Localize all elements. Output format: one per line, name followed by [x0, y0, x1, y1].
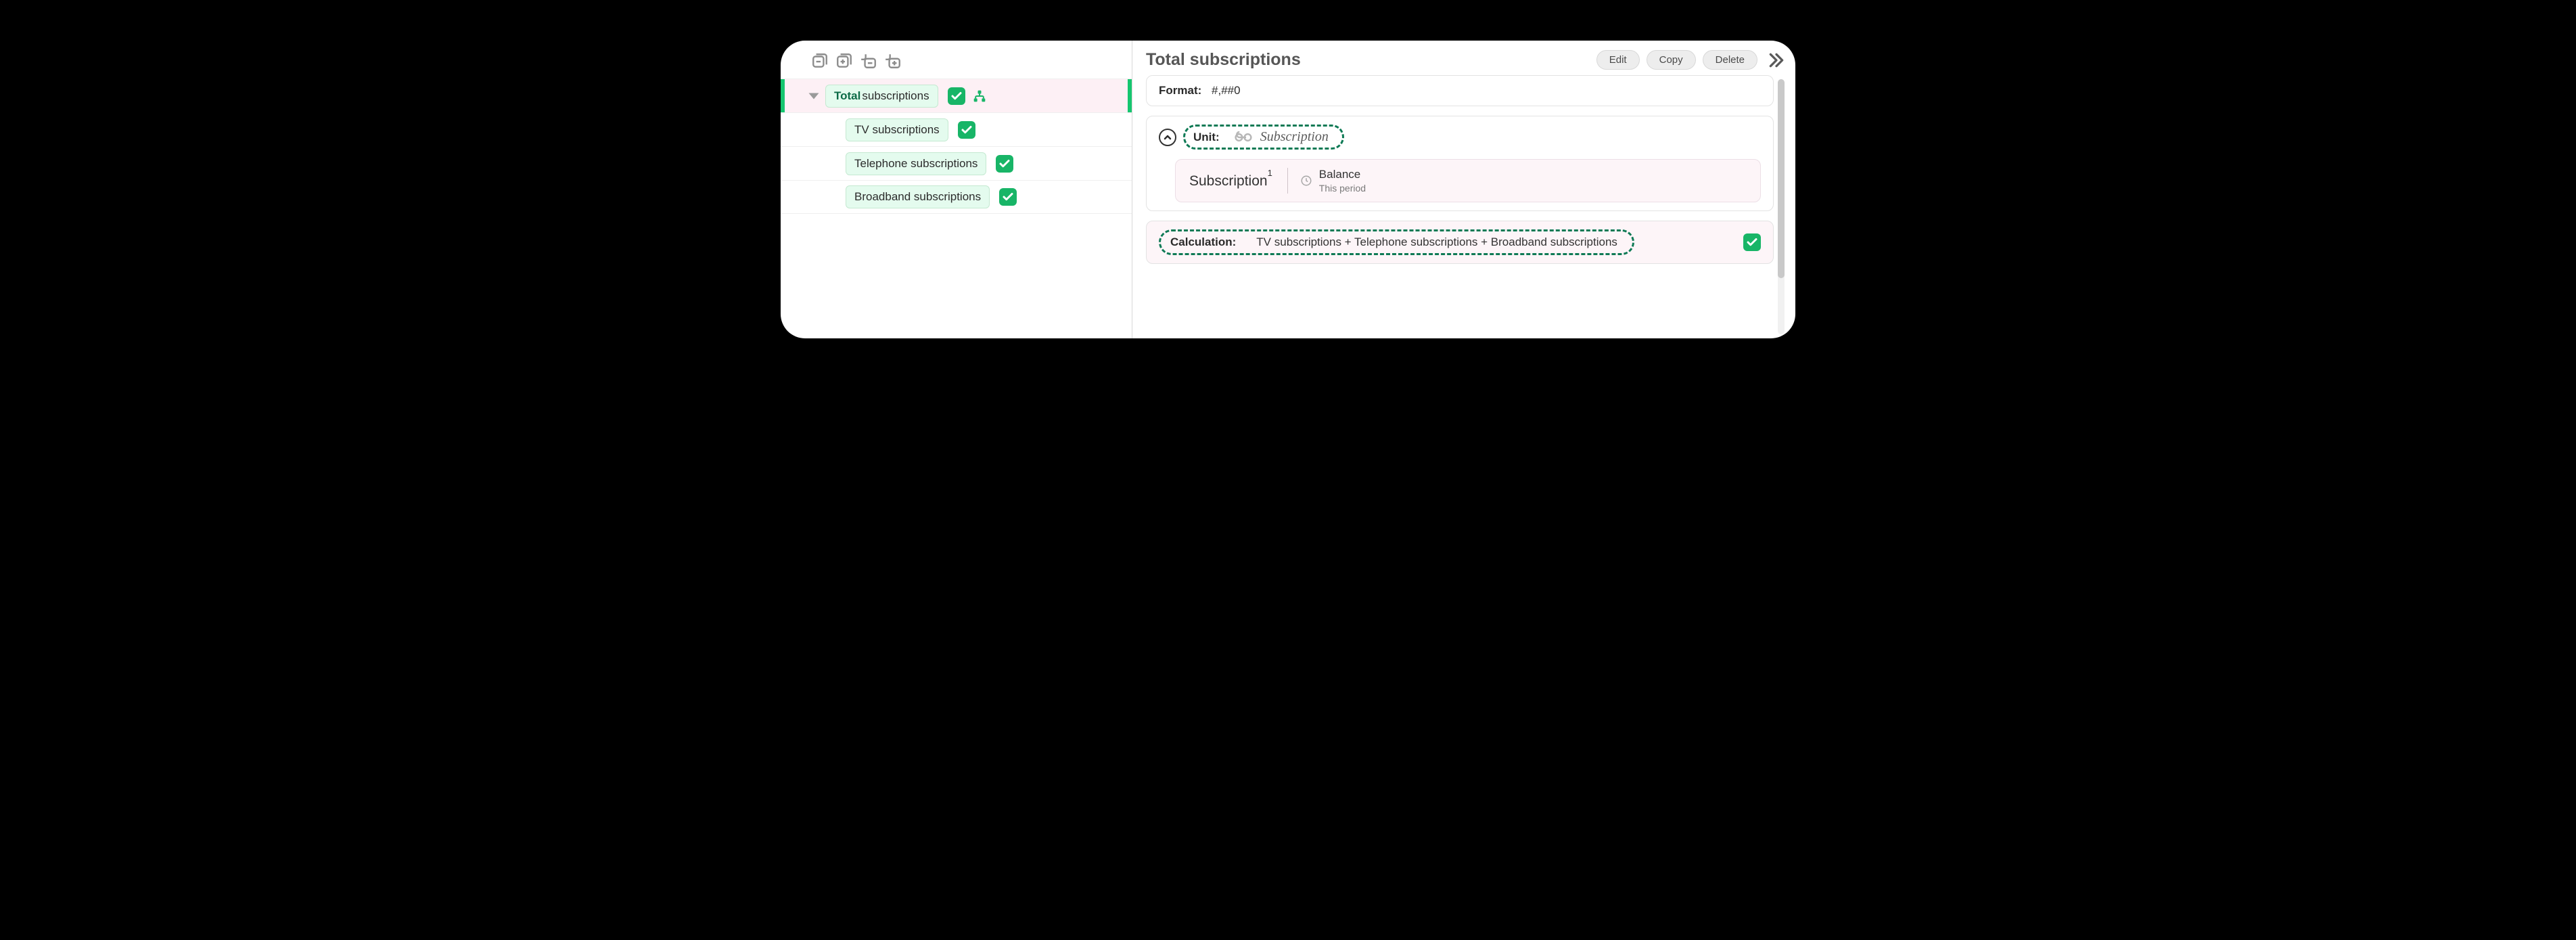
tree-row[interactable]: TV subscriptions — [781, 112, 1132, 146]
tree-node-label: Total subscriptions — [825, 85, 938, 108]
detail-scroll: Format: #,##0 Unit: Subscription — [1146, 75, 1786, 338]
balance-label: Balance — [1319, 168, 1366, 181]
unit-card: Unit: Subscription Subscription1 — [1146, 116, 1774, 211]
divider — [1287, 168, 1288, 194]
calculation-label: Calculation: — [1170, 236, 1236, 249]
unit-detail-card: Subscription1 Balance This period — [1175, 159, 1761, 202]
check-icon — [958, 121, 975, 139]
scrollbar[interactable] — [1778, 79, 1785, 334]
check-icon — [996, 155, 1013, 173]
detail-pane: Total subscriptions Edit Copy Delete For… — [1132, 41, 1795, 338]
tree-pane: Total subscriptions TV subscriptions Tel — [781, 41, 1132, 338]
collapse-node-icon[interactable] — [859, 51, 878, 70]
calculation-formula: TV subscriptions + Telephone subscriptio… — [1256, 236, 1617, 249]
chevron-down-icon[interactable] — [808, 90, 820, 102]
tree-node-label: TV subscriptions — [846, 118, 948, 141]
tree: Total subscriptions TV subscriptions Tel — [781, 79, 1132, 214]
unit-name: Subscription1 — [1189, 172, 1287, 189]
balance-block: Balance This period — [1319, 168, 1366, 194]
collapse-all-icon[interactable] — [810, 51, 829, 70]
detail-title: Total subscriptions — [1146, 50, 1590, 70]
unit-label: Unit: — [1193, 131, 1220, 144]
copy-button[interactable]: Copy — [1647, 50, 1696, 70]
clock-icon — [1300, 175, 1312, 187]
scrollbar-thumb[interactable] — [1778, 79, 1785, 278]
expand-all-icon[interactable] — [835, 51, 854, 70]
format-value: #,##0 — [1212, 84, 1241, 97]
tree-node-label: Telephone subscriptions — [846, 152, 986, 175]
app-window: Total subscriptions TV subscriptions Tel — [781, 41, 1795, 338]
tree-toolbar — [781, 50, 1132, 79]
collapse-section-icon[interactable] — [1159, 129, 1176, 146]
unit-value: Subscription — [1260, 129, 1329, 145]
format-card: Format: #,##0 — [1146, 75, 1774, 106]
delete-button[interactable]: Delete — [1703, 50, 1757, 70]
tree-node-label: Broadband subscriptions — [846, 185, 990, 208]
unit-highlight: Unit: Subscription — [1183, 125, 1344, 150]
detail-header: Total subscriptions Edit Copy Delete — [1146, 50, 1786, 70]
check-icon — [999, 188, 1017, 206]
hierarchy-icon — [972, 89, 987, 104]
tree-row[interactable]: Broadband subscriptions — [781, 180, 1132, 214]
format-label: Format: — [1159, 84, 1201, 97]
expand-node-icon[interactable] — [883, 51, 902, 70]
tree-row[interactable]: Telephone subscriptions — [781, 146, 1132, 180]
link-icon — [1235, 131, 1252, 143]
check-icon — [948, 87, 965, 105]
expand-panel-icon[interactable] — [1767, 51, 1786, 70]
period-label: This period — [1319, 183, 1366, 194]
tree-row-root[interactable]: Total subscriptions — [781, 79, 1132, 112]
edit-button[interactable]: Edit — [1596, 50, 1640, 70]
calculation-highlight: Calculation: TV subscriptions + Telephon… — [1159, 229, 1634, 255]
check-icon — [1743, 233, 1761, 251]
calculation-card: Calculation: TV subscriptions + Telephon… — [1146, 221, 1774, 264]
